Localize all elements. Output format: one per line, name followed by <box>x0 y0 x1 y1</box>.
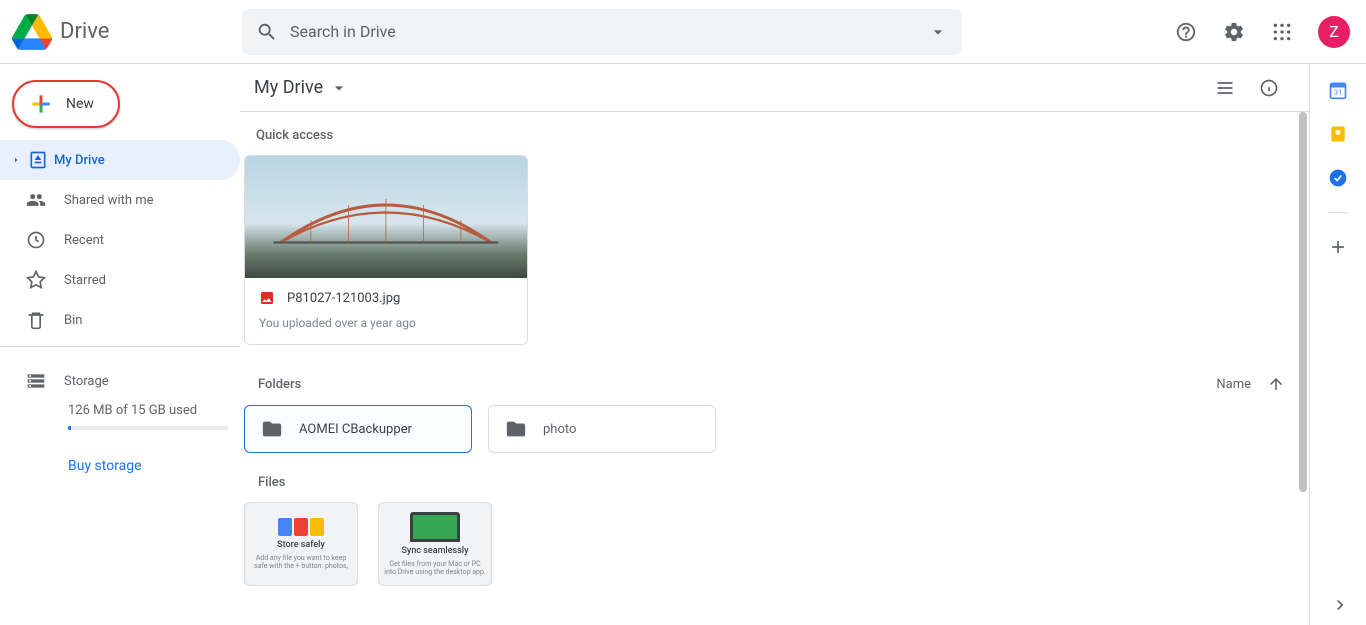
storage-block: Storage 126 MB of 15 GB used Buy storage <box>0 353 240 474</box>
quick-access-card[interactable]: P81027-121003.jpg You uploaded over a ye… <box>244 155 528 345</box>
folder-name: photo <box>543 422 576 437</box>
list-view-icon[interactable] <box>1205 68 1245 108</box>
settings-icon[interactable] <box>1214 12 1254 52</box>
header-icons: Z <box>1166 12 1350 52</box>
dropdown-icon <box>329 78 349 98</box>
quick-access-subtitle: You uploaded over a year ago <box>259 316 513 330</box>
folders-label: Folders <box>258 377 301 392</box>
folder-card[interactable]: photo <box>488 405 716 453</box>
files-label: Files <box>258 475 1297 490</box>
add-icon[interactable] <box>1328 237 1348 257</box>
file-card-title: Sync seamlessly <box>401 546 468 556</box>
folder-name: AOMEI CBackupper <box>299 422 412 437</box>
sidebar-item-label: Shared with me <box>64 193 154 208</box>
avatar-initial: Z <box>1329 22 1339 41</box>
storage-icon <box>26 371 46 391</box>
main: My Drive Quick access <box>240 64 1310 625</box>
storage-bar <box>68 426 228 430</box>
search-options-icon[interactable] <box>928 22 948 42</box>
file-card-sub: Add any file you want to keep safe with … <box>249 554 353 571</box>
app-header: Drive Z <box>0 0 1366 64</box>
scrollbar[interactable] <box>1299 112 1307 492</box>
sort-arrow-icon[interactable] <box>1267 375 1285 393</box>
sidebar-item-starred[interactable]: Starred <box>0 260 240 300</box>
file-type-icons <box>278 518 324 536</box>
tasks-icon[interactable] <box>1328 168 1348 188</box>
buy-storage-link[interactable]: Buy storage <box>68 458 142 474</box>
star-icon <box>26 270 46 290</box>
folder-card[interactable]: AOMEI CBackupper <box>244 405 472 453</box>
nav: My Drive Shared with me Recent Starred <box>0 140 240 340</box>
sidebar-item-label: My Drive <box>54 153 105 168</box>
storage-label: Storage <box>64 374 109 389</box>
file-card-title: Store safely <box>277 540 325 550</box>
folder-icon <box>261 418 283 440</box>
calendar-icon[interactable]: 31 <box>1328 80 1348 100</box>
sidebar-item-label: Starred <box>64 273 106 288</box>
my-drive-icon <box>28 150 48 170</box>
laptop-icon <box>410 512 460 542</box>
right-rail: 31 <box>1310 64 1366 625</box>
sidebar-item-label: Bin <box>64 313 82 328</box>
sidebar-item-shared[interactable]: Shared with me <box>0 180 240 220</box>
file-card[interactable]: Store safely Add any file you want to ke… <box>244 502 358 586</box>
svg-text:31: 31 <box>1334 88 1342 97</box>
sidebar-item-label: Recent <box>64 233 104 248</box>
bridge-image <box>259 190 513 250</box>
image-file-icon <box>259 290 275 306</box>
apps-icon[interactable] <box>1262 12 1302 52</box>
info-icon[interactable] <box>1249 68 1289 108</box>
app-name: Drive <box>60 19 109 44</box>
storage-usage: 126 MB of 15 GB used <box>68 403 216 418</box>
sort-label[interactable]: Name <box>1216 377 1251 392</box>
new-button-label: New <box>66 96 94 112</box>
main-content: Quick access <box>240 112 1309 625</box>
bin-icon <box>26 310 46 330</box>
help-icon[interactable] <box>1166 12 1206 52</box>
collapse-rail-icon[interactable] <box>1330 595 1350 615</box>
quick-access-thumbnail <box>245 156 527 278</box>
keep-icon[interactable] <box>1328 124 1348 144</box>
logo-wrap[interactable]: Drive <box>12 12 242 52</box>
plus-icon <box>28 91 54 117</box>
sidebar-item-storage[interactable]: Storage <box>26 363 216 399</box>
breadcrumb[interactable]: My Drive <box>246 73 357 102</box>
expand-icon <box>10 154 22 166</box>
file-card-sub: Get files from your Mac or PC into Drive… <box>383 560 487 577</box>
search-icon <box>256 21 278 43</box>
quick-access-filename: P81027-121003.jpg <box>287 291 400 306</box>
drive-logo-icon <box>12 12 52 52</box>
breadcrumb-label: My Drive <box>254 77 323 98</box>
file-card[interactable]: Sync seamlessly Get files from your Mac … <box>378 502 492 586</box>
main-head: My Drive <box>240 64 1309 112</box>
recent-icon <box>26 230 46 250</box>
sidebar-item-recent[interactable]: Recent <box>0 220 240 260</box>
shared-icon <box>26 190 46 210</box>
quick-access-label: Quick access <box>256 128 1297 143</box>
new-button[interactable]: New <box>12 80 120 128</box>
search-input[interactable] <box>290 22 916 41</box>
avatar[interactable]: Z <box>1318 16 1350 48</box>
sidebar-item-my-drive[interactable]: My Drive <box>0 140 240 180</box>
sidebar-item-bin[interactable]: Bin <box>0 300 240 340</box>
sidebar: New My Drive Shared with me <box>0 64 240 625</box>
folder-icon <box>505 418 527 440</box>
search-bar[interactable] <box>242 9 962 55</box>
